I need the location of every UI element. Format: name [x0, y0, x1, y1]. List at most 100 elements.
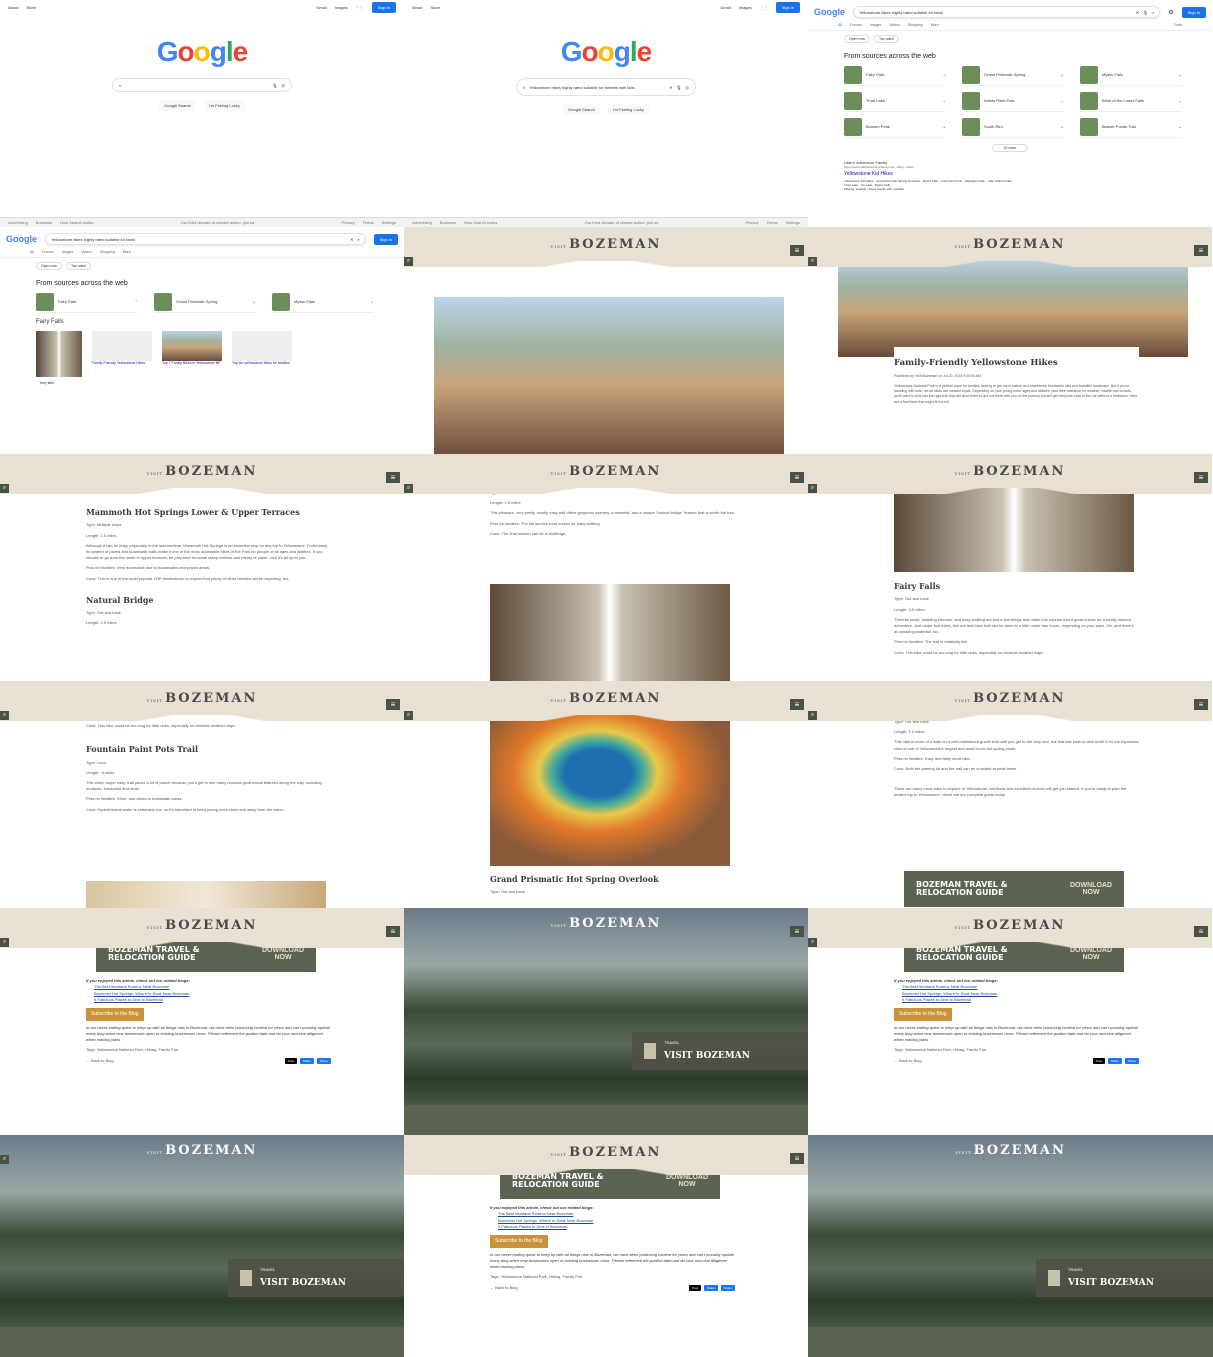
menu-icon[interactable]: ≡ [386, 926, 400, 937]
chip-open-now[interactable]: Open now [36, 262, 62, 270]
tab-forums[interactable]: Forums [850, 23, 862, 27]
more-button[interactable]: 10 more [992, 144, 1028, 152]
list-item[interactable]: South Rim ⌄ [962, 116, 1064, 138]
feeling-lucky-button[interactable]: I'm Feeling Lucky [607, 104, 649, 115]
terms-link[interactable]: Terms [363, 220, 374, 225]
menu-icon[interactable]: ≡ [790, 245, 804, 256]
menu-icon[interactable]: ≡ [386, 472, 400, 483]
search-icon[interactable]: ⌕ [808, 484, 817, 493]
subscribe-button[interactable]: Subscribe to the Blog [86, 1007, 144, 1022]
gmail-link[interactable]: Gmail [316, 5, 326, 10]
search-icon[interactable]: ⌕ [1152, 10, 1154, 15]
chip-top-rated[interactable]: Top rated [873, 35, 899, 43]
images-link[interactable]: Images [335, 5, 348, 10]
site-logo[interactable]: VISIT BOZEMAN [955, 464, 1066, 479]
guide-banner[interactable]: BOZEMAN TRAVEL & RELOCATION GUIDE DOWNLOAD… [904, 871, 1124, 907]
site-logo[interactable]: VISIT BOZEMAN [551, 691, 662, 706]
settings-link[interactable]: Settings [786, 220, 800, 225]
tab-tools[interactable]: Tools [1174, 23, 1182, 27]
site-logo[interactable]: VISIT BOZEMAN [147, 918, 258, 933]
list-item[interactable]: Grand Prismatic Spring ⌄ [962, 64, 1064, 86]
terms-link[interactable]: Terms [767, 220, 778, 225]
tab-videos[interactable]: Videos [889, 23, 900, 27]
apps-icon[interactable]: ⋮⋮ [760, 5, 768, 10]
tab-forums[interactable]: Forums [42, 250, 54, 254]
search-icon[interactable]: ⌕ [808, 711, 817, 720]
card[interactable]: Family-Friendly Yellowstone Hikes [92, 331, 152, 377]
list-item[interactable]: Artists Paint Pots ⌄ [962, 90, 1064, 112]
back-to-blog-link[interactable]: ← Back to Blog [86, 1058, 114, 1065]
share-button[interactable]: Share [703, 1284, 718, 1292]
site-logo[interactable]: VISIT BOZEMAN [955, 918, 1066, 933]
mic-icon[interactable]: 🎙 [676, 85, 681, 90]
site-logo[interactable]: VISIT BOZEMAN [551, 464, 662, 479]
search-input[interactable]: ⌕ Yellowstone hikes highly rated suitable… [516, 78, 696, 96]
share-button[interactable]: Share [1107, 1057, 1122, 1065]
tab-shopping[interactable]: Shopping [100, 250, 115, 254]
sign-in-button[interactable]: Sign in [1181, 6, 1206, 18]
how-search-works-link[interactable]: How Search works [60, 220, 93, 225]
settings-icon[interactable]: ⚙ [1168, 9, 1173, 16]
sign-in-button[interactable]: Sign in [775, 1, 800, 13]
advertising-link[interactable]: Advertising [8, 220, 28, 225]
visit-bozeman-box[interactable]: TRAVEL VISIT BOZEMAN [632, 1032, 808, 1070]
tab-more[interactable]: More [931, 23, 939, 27]
tab-images[interactable]: Images [62, 250, 73, 254]
related-blog-link[interactable]: 5 Fabulous Places to Dine in Bozeman [498, 1224, 735, 1230]
sign-in-button[interactable]: Sign in [371, 1, 396, 13]
how-search-works-link[interactable]: How Search works [464, 220, 497, 225]
share-button[interactable]: Share [1124, 1057, 1139, 1065]
menu-icon[interactable]: ≡ [790, 926, 804, 937]
search-icon[interactable]: ⌕ [358, 237, 360, 242]
post-button[interactable]: Post [688, 1284, 701, 1292]
site-logo[interactable]: VISIT BOZEMAN [551, 237, 662, 252]
sign-in-button[interactable]: Sign in [373, 233, 398, 245]
result-link[interactable]: Yellowstone Kid Hikes [844, 171, 1176, 177]
list-item[interactable]: Beaver Ponds Trail ⌄ [1080, 116, 1182, 138]
clear-icon[interactable]: ✕ [350, 237, 353, 242]
store-link[interactable]: Store [26, 5, 36, 10]
site-logo[interactable]: VISIT BOZEMAN [551, 916, 662, 931]
tab-images[interactable]: Images [870, 23, 881, 27]
search-input[interactable]: ⌕ 🎙 ◎ [112, 78, 292, 92]
search-icon[interactable]: ⌕ [404, 711, 413, 720]
about-link[interactable]: About [412, 5, 422, 10]
subscribe-button[interactable]: Subscribe to the Blog [894, 1007, 952, 1022]
search-icon[interactable]: ⌕ [808, 257, 817, 266]
mic-icon[interactable]: 🎙 [272, 83, 277, 88]
climate-link[interactable]: Our third decade of climate action: join… [181, 220, 255, 225]
site-logo[interactable]: VISIT BOZEMAN [147, 1143, 258, 1158]
site-logo[interactable]: VISIT BOZEMAN [955, 1143, 1066, 1158]
store-link[interactable]: Store [430, 5, 440, 10]
list-item[interactable]: Fairy Falls ⌃ [36, 291, 138, 313]
search-input[interactable]: Yellowstone hikes highly rated suitable … [45, 233, 366, 245]
card[interactable]: Top ten yellowstone hikes for families [232, 331, 292, 377]
search-icon[interactable]: ⌕ [0, 1155, 9, 1164]
menu-icon[interactable]: ≡ [1194, 245, 1208, 256]
share-button[interactable]: Share [316, 1057, 331, 1065]
climate-link[interactable]: Our third decade of climate action: join… [585, 220, 659, 225]
about-link[interactable]: About [8, 5, 18, 10]
images-link[interactable]: Images [739, 5, 752, 10]
search-suggestion[interactable]: fairy falls [0, 377, 404, 389]
menu-icon[interactable]: ≡ [790, 472, 804, 483]
gmail-link[interactable]: Gmail [720, 5, 730, 10]
apps-icon[interactable]: ⋮⋮ [356, 5, 364, 10]
tab-videos[interactable]: Videos [81, 250, 92, 254]
tab-more[interactable]: More [123, 250, 131, 254]
mic-icon[interactable]: 🎙 [1143, 10, 1148, 15]
tab-all[interactable]: All [838, 23, 842, 27]
site-logo[interactable]: VISIT BOZEMAN [147, 691, 258, 706]
list-item[interactable]: Trout Lake ⌄ [844, 90, 946, 112]
advertising-link[interactable]: Advertising [412, 220, 432, 225]
search-icon[interactable]: ⌕ [0, 711, 9, 720]
search-icon[interactable]: ⌕ [808, 938, 817, 947]
clear-icon[interactable]: ✕ [1136, 10, 1139, 15]
search-input[interactable]: Yellowstone hikes highly rated suitable … [853, 6, 1161, 18]
list-item[interactable]: Fairy Falls ⌄ [844, 64, 946, 86]
back-to-blog-link[interactable]: ← Back to Blog [894, 1058, 922, 1065]
tab-all[interactable]: All [30, 250, 34, 254]
share-button[interactable]: Share [720, 1284, 735, 1292]
related-blog-link[interactable]: 5 Fabulous Places to Dine in Bozeman [902, 997, 1139, 1003]
share-button[interactable]: Share [299, 1057, 314, 1065]
